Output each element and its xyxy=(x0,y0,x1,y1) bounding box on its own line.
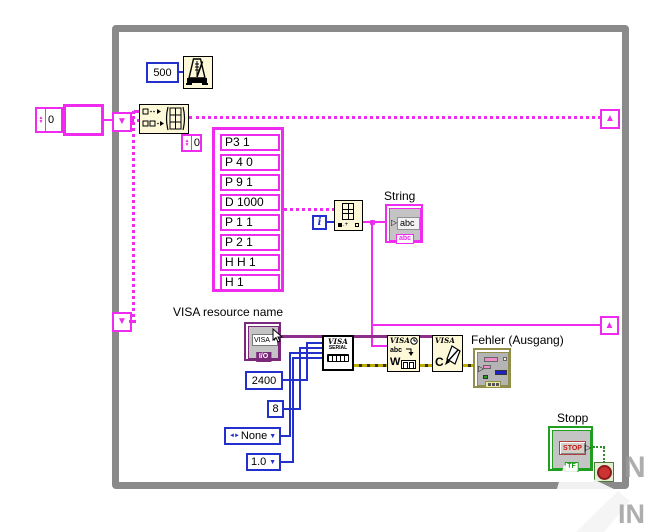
array-element[interactable]: P 4 0 xyxy=(220,154,280,171)
string-value-field[interactable]: abc xyxy=(397,217,420,230)
iteration-terminal[interactable]: i xyxy=(312,215,327,230)
visa-serial-subtitle: SERIAL xyxy=(328,345,348,351)
error-source-icon xyxy=(484,357,498,362)
wire-error-2 xyxy=(420,364,432,367)
visa-write-node[interactable]: VISA abc W xyxy=(387,335,420,372)
baud-rate-constant[interactable]: 2400 xyxy=(245,371,283,390)
wire-iteration xyxy=(327,221,334,223)
dropdown-icon[interactable]: ▼ xyxy=(269,459,276,466)
outer-array-index-value[interactable]: 0 xyxy=(46,109,61,131)
string-indicator[interactable]: ▷ abc abc xyxy=(385,204,423,244)
stop-bits-value: 1.0 xyxy=(251,456,267,468)
string-type-tab: abc xyxy=(395,234,415,244)
wire-stopbits-v xyxy=(292,357,294,463)
block-diagram: ▲ ▼ 0 ▼ ▼ ▲ ▲ 500 ▲ ▼ 0 P3 1 P 4 0 P 9 1… xyxy=(0,0,656,532)
string-indicator-label: String xyxy=(384,189,416,203)
cluster-type-icon xyxy=(485,381,501,388)
visa-resource-label: VISA resource name xyxy=(173,305,284,319)
visa-write-letter: W xyxy=(390,356,401,368)
shift-register-right-top[interactable]: ▲ xyxy=(600,109,620,129)
wire-sr-bottom-stub xyxy=(129,320,135,323)
index-filled-square-icon xyxy=(338,223,342,227)
shift-register-right-bottom[interactable]: ▲ xyxy=(600,316,619,335)
stop-control-label: Stopp xyxy=(557,411,589,425)
array-element[interactable]: P3 1 xyxy=(220,134,280,151)
error-code-icon xyxy=(495,370,507,375)
wire-error-1 xyxy=(354,364,387,367)
wire-sr-vertical xyxy=(132,111,135,323)
visa-type-tab: I/O xyxy=(255,352,272,362)
array-element[interactable]: P 1 1 xyxy=(220,214,280,231)
tunnel-up-icon: ▲ xyxy=(604,319,615,331)
wire-parity-in xyxy=(289,352,322,354)
build-array-node[interactable] xyxy=(139,104,189,134)
array-element[interactable]: P 9 1 xyxy=(220,174,280,191)
dropdown-icon[interactable]: ▼ xyxy=(269,433,276,440)
tunnel-down-icon: ▼ xyxy=(117,316,127,327)
data-bits-constant[interactable]: 8 xyxy=(267,400,284,418)
visa-write-abc: abc xyxy=(390,347,403,354)
error-cluster-indicator[interactable]: ▷ xyxy=(473,348,511,388)
wire-baud-in xyxy=(306,342,322,344)
array-element[interactable]: H H 1 xyxy=(220,254,280,271)
outer-array-index-control[interactable]: ▲ ▼ 0 xyxy=(35,107,63,133)
shift-register-left-top[interactable]: ▼ xyxy=(112,112,132,132)
inner-array-index-value[interactable]: 0 xyxy=(192,136,200,150)
mouse-cursor-icon xyxy=(272,328,283,343)
wire-array-to-index xyxy=(284,208,335,211)
wire-visa-1 xyxy=(281,335,322,338)
ring-arrows-icon[interactable]: ◄► xyxy=(229,433,240,439)
command-string-array[interactable]: P3 1 P 4 0 P 9 1 D 1000 P 1 1 P 2 1 H H 1 H 1 xyxy=(212,127,284,292)
build-array-icon xyxy=(142,106,186,131)
array-element[interactable]: H 1 xyxy=(220,274,280,291)
index-spinner-icon[interactable]: ▲ ▼ xyxy=(37,109,46,131)
error-bool-icon xyxy=(483,375,488,379)
visa-serial-title: VISA xyxy=(328,337,348,346)
dip-switch-icon xyxy=(327,354,349,362)
wire-visa-2 xyxy=(354,335,387,338)
parity-ring-constant[interactable]: ◄► None ▼ xyxy=(224,427,281,445)
index-spinner-icon[interactable]: ▲ ▼ xyxy=(183,136,192,150)
wait-until-next-ms-node[interactable] xyxy=(183,56,213,89)
index-array-node[interactable]: .+ xyxy=(334,200,363,231)
wire-string-vertical xyxy=(371,223,373,347)
metronome-icon xyxy=(186,58,208,85)
array-element[interactable]: D 1000 xyxy=(220,194,280,211)
inner-array-index-control[interactable]: ▲ ▼ 0 xyxy=(181,134,202,152)
array-grid-icon xyxy=(342,203,354,220)
wire-visa-3 xyxy=(420,335,432,338)
outer-array-empty-element[interactable] xyxy=(63,104,104,136)
stop-bits-ring-constant[interactable]: 1.0 ▼ xyxy=(246,453,281,471)
visa-close-node[interactable]: VISA C xyxy=(432,335,463,372)
visa-close-title: VISA xyxy=(435,336,455,345)
parity-value: None xyxy=(240,430,268,442)
stock-watermark: N IN xyxy=(526,451,646,532)
write-arrow-icon xyxy=(406,348,414,356)
tunnel-down-icon: ▼ xyxy=(117,116,127,127)
error-indicator-label: Fehler (Ausgang) xyxy=(471,333,564,347)
watermark-letter-bottom: IN xyxy=(618,499,645,529)
array-element[interactable]: P 2 1 xyxy=(220,234,280,251)
watermark-letter-top: N xyxy=(624,451,646,484)
display-icon xyxy=(401,360,416,369)
error-source2-icon xyxy=(483,365,491,369)
close-hand-icon xyxy=(445,345,461,365)
wait-ms-constant[interactable]: 500 xyxy=(146,62,179,83)
visa-write-title: VISA xyxy=(390,336,410,345)
wire-stopbits-in xyxy=(292,357,322,359)
index-hollow-square-icon xyxy=(355,223,359,227)
wire-string-to-sr xyxy=(373,324,600,326)
wire-databits-in xyxy=(299,347,322,349)
error-status-icon xyxy=(503,357,507,361)
index-plus-icon: .+ xyxy=(343,222,349,228)
wire-parity-v xyxy=(289,352,291,437)
wire-build-array-output xyxy=(189,116,601,119)
wire-baud-h xyxy=(283,379,308,381)
tunnel-up-icon: ▲ xyxy=(605,113,615,124)
wire-string-to-write xyxy=(373,345,388,347)
visa-resource-value: VISA xyxy=(254,336,270,344)
string-array-items: P3 1 P 4 0 P 9 1 D 1000 P 1 1 P 2 1 H H 1 H 1 xyxy=(220,134,280,291)
visa-configure-serial-node[interactable]: VISA SERIAL xyxy=(322,335,354,371)
clock-icon xyxy=(410,337,418,345)
